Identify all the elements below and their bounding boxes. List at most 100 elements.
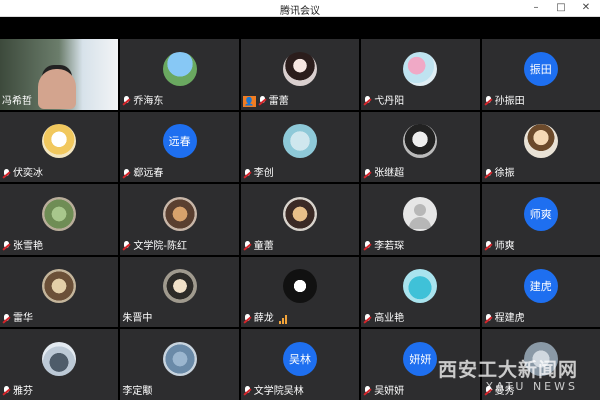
participant-name-text: 徐振 bbox=[494, 168, 515, 180]
participant-name-text: 弋丹阳 bbox=[374, 95, 405, 107]
participant-name: 程建虎 bbox=[484, 313, 525, 325]
participant-name-text: 张雪艳 bbox=[13, 240, 43, 252]
muted-mic-icon bbox=[122, 168, 131, 180]
participant-name: 徐振 bbox=[484, 168, 515, 180]
participant-tile[interactable]: 高业艳 bbox=[361, 256, 480, 328]
muted-mic-icon bbox=[122, 241, 131, 252]
participant-name-text: 雷蕾 bbox=[268, 95, 289, 107]
window-title: 腾讯会议 bbox=[280, 6, 320, 17]
muted-mic-icon bbox=[363, 96, 372, 107]
speaking-signal-icon bbox=[278, 314, 287, 324]
participant-name-text: 伏奕冰 bbox=[13, 168, 43, 180]
participant-name-text: 吴妍妍 bbox=[374, 385, 405, 397]
participant-name-text: 雷华 bbox=[13, 313, 33, 325]
watermark-cn: 西安工大新闻网 bbox=[437, 359, 578, 381]
participant-tile[interactable]: 张继超 bbox=[361, 111, 480, 183]
muted-mic-icon bbox=[363, 168, 372, 180]
participant-tile[interactable]: 师爽 师爽 bbox=[481, 184, 600, 255]
participant-avatar: 建虎 bbox=[523, 269, 558, 304]
maximize-button[interactable]: □ bbox=[553, 1, 569, 15]
participant-tile[interactable]: 朱晋中 bbox=[120, 256, 239, 328]
participant-avatar bbox=[162, 342, 197, 377]
muted-mic-icon bbox=[2, 241, 11, 252]
participant-name-text: 李若琛 bbox=[374, 240, 405, 252]
participant-name: 朱晋中 bbox=[122, 313, 152, 325]
muted-mic-icon bbox=[243, 386, 252, 397]
participant-tile[interactable]: 徐振 bbox=[481, 111, 600, 183]
watermark-en: XATU NEWS bbox=[485, 380, 578, 393]
participant-name-text: 师爽 bbox=[494, 240, 515, 252]
default-user-icon bbox=[403, 196, 438, 231]
muted-mic-icon bbox=[363, 241, 372, 252]
participant-name-text: 李创 bbox=[253, 168, 274, 180]
participant-tile[interactable]: 李创 bbox=[240, 111, 360, 183]
participant-avatar bbox=[403, 51, 438, 86]
participant-avatar bbox=[162, 196, 197, 231]
participant-tile[interactable]: 振田 孙振田 bbox=[481, 39, 600, 110]
participant-name: 张雪艳 bbox=[2, 241, 43, 253]
participant-tile[interactable]: 建虎 程建虎 bbox=[481, 256, 600, 328]
participant-avatar: 妍妍 bbox=[403, 342, 438, 377]
participant-avatar bbox=[162, 51, 197, 86]
participant-tile[interactable]: 李定颙 bbox=[120, 329, 239, 400]
participant-tile[interactable]: 弋丹阳 bbox=[361, 39, 480, 110]
participant-tile[interactable]: 文学院-陈红 bbox=[120, 184, 239, 255]
muted-mic-icon bbox=[243, 241, 252, 252]
participant-tile[interactable]: 远春 郄远春 bbox=[120, 111, 239, 183]
participant-tile[interactable]: 吴林 文学院吴林 bbox=[240, 329, 360, 400]
participant-name: 雷华 bbox=[2, 313, 33, 325]
muted-mic-icon bbox=[363, 313, 372, 325]
participant-tile[interactable]: 张雪艳 bbox=[0, 184, 119, 255]
participant-name-text: 雅芬 bbox=[13, 385, 33, 397]
participant-avatar: 师爽 bbox=[523, 196, 558, 231]
participant-avatar bbox=[282, 124, 317, 159]
participant-tile[interactable]: 雷华 bbox=[0, 256, 119, 328]
video-person bbox=[38, 69, 76, 109]
muted-mic-icon bbox=[484, 241, 493, 252]
participant-tile[interactable]: 伏奕冰 bbox=[0, 111, 119, 183]
participant-name-text: 孙振田 bbox=[494, 95, 525, 107]
muted-mic-icon bbox=[243, 168, 252, 180]
participant-avatar bbox=[42, 342, 77, 377]
participant-tile[interactable]: 冯希哲 bbox=[0, 39, 119, 110]
participant-name: 文学院-陈红 bbox=[122, 241, 187, 253]
participant-name: 薛龙 bbox=[243, 313, 287, 325]
window-titlebar: 腾讯会议 – □ ✕ bbox=[0, 0, 600, 17]
muted-mic-icon bbox=[484, 313, 493, 325]
participant-name: 李创 bbox=[243, 168, 274, 180]
participant-tile[interactable]: 李若琛 bbox=[361, 184, 480, 255]
participant-name-text: 张继超 bbox=[374, 168, 405, 180]
participant-avatar: 吴林 bbox=[282, 342, 317, 377]
participant-avatar bbox=[42, 196, 77, 231]
participant-name-text: 李定颙 bbox=[122, 385, 153, 397]
participant-name: 郄远春 bbox=[122, 168, 163, 180]
muted-mic-icon bbox=[2, 386, 11, 397]
participant-avatar bbox=[162, 269, 197, 304]
participant-name-text: 郄远春 bbox=[133, 168, 164, 180]
participant-name: 李定颙 bbox=[122, 386, 152, 398]
participant-tile[interactable]: 雅芬 bbox=[0, 329, 119, 400]
muted-mic-icon bbox=[363, 386, 372, 397]
participant-name-text: 童蕾 bbox=[253, 240, 274, 252]
participant-name-text: 冯希哲 bbox=[2, 95, 32, 107]
participant-tile[interactable]: 童蕾 bbox=[240, 184, 360, 255]
minimize-button[interactable]: – bbox=[528, 1, 544, 15]
participant-tile[interactable]: 薛龙 bbox=[240, 256, 360, 328]
participant-name: 童蕾 bbox=[243, 241, 274, 253]
participant-name: 吴妍妍 bbox=[363, 386, 404, 398]
close-button[interactable]: ✕ bbox=[578, 1, 594, 15]
participant-name-text: 薛龙 bbox=[253, 313, 274, 325]
muted-mic-icon bbox=[122, 96, 131, 107]
participant-name: 冯希哲 bbox=[2, 96, 32, 108]
top-spacer bbox=[0, 17, 600, 39]
participant-avatar bbox=[403, 124, 438, 159]
participant-name: 孙振田 bbox=[484, 96, 525, 108]
muted-mic-icon bbox=[258, 96, 267, 107]
participant-name-text: 高业艳 bbox=[374, 313, 405, 325]
participant-avatar bbox=[282, 269, 317, 304]
participant-name: 乔海东 bbox=[122, 96, 163, 108]
participant-name: 张继超 bbox=[363, 168, 404, 180]
participant-avatar: 振田 bbox=[523, 51, 558, 86]
participant-tile[interactable]: 👤 雷蕾 bbox=[240, 39, 360, 110]
participant-tile[interactable]: 乔海东 bbox=[120, 39, 239, 110]
